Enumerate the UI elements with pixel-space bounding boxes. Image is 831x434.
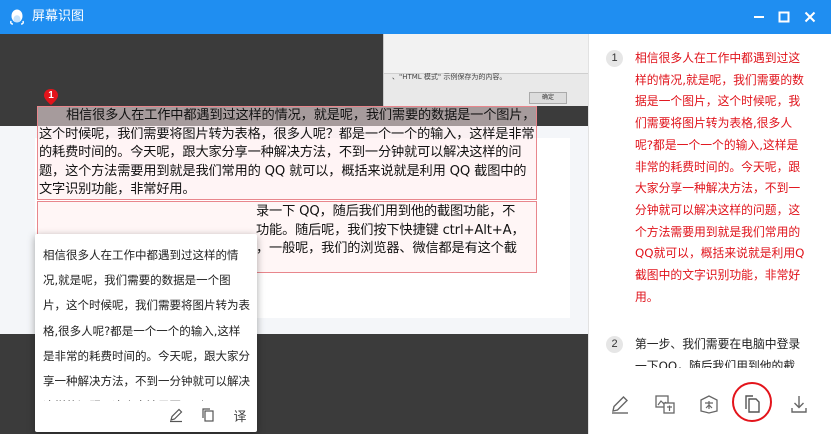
copy-button-highlight <box>732 382 772 422</box>
download-button[interactable] <box>785 390 813 418</box>
result-text: 第一步、我们需要在电脑中登录一下QQ，随后我们用到他的截 <box>635 337 801 368</box>
copy-icon <box>202 408 214 422</box>
maximize-button[interactable] <box>774 7 794 27</box>
close-button[interactable] <box>800 7 820 27</box>
translate-button[interactable] <box>695 390 723 418</box>
result-item[interactable]: 1 相信很多人在工作中都遇到过这样的情况,就是呢，我们需要的数据是一个图片，这个… <box>606 48 821 338</box>
paragraph-2-text: 录一下 QQ，随后我们用到他的截图功能，不 功能。随后呢，我们按下快捷键 ctr… <box>256 203 536 259</box>
popup-edit-button[interactable] <box>167 406 185 424</box>
close-icon <box>804 11 816 23</box>
result-text: 相信很多人在工作中都遇到过这样的情况,就是呢，我们需要的数据是一个图片，这个时候… <box>635 51 805 304</box>
background-dialog: 、"HTML 模式" 示例保存为的内容。 确定 <box>383 34 588 106</box>
window-title: 屏幕识图 <box>32 9 85 24</box>
download-icon <box>791 396 807 413</box>
title-bar: 屏幕识图 <box>0 0 831 34</box>
paragraph-2-line: ，一般呢，我们的浏览器、微信都是有这个截 <box>256 241 517 257</box>
results-panel: 1 相信很多人在工作中都遇到过这样的情况,就是呢，我们需要的数据是一个图片，这个… <box>588 34 831 434</box>
result-number-badge: 2 <box>606 336 623 353</box>
paragraph-2-line: 功能。随后呢，我们按下快捷键 ctrl+Alt+A， <box>256 222 525 238</box>
edit-button[interactable] <box>606 390 634 418</box>
result-number-badge: 1 <box>606 50 623 67</box>
background-dialog-text: 、"HTML 模式" 示例保存为的内容。 <box>392 73 507 81</box>
popup-toolbar: 译 <box>167 406 249 425</box>
image-text-icon <box>655 395 675 414</box>
background-dialog-ok: 确定 <box>529 92 567 104</box>
marker-number: 1 <box>48 90 54 101</box>
maximize-icon <box>778 11 790 23</box>
minimize-icon <box>754 16 764 18</box>
results-list: 1 相信很多人在工作中都遇到过这样的情况,就是呢，我们需要的数据是一个图片，这个… <box>589 34 831 368</box>
edit-icon <box>170 408 183 423</box>
edit-icon <box>612 396 628 414</box>
minimize-button[interactable] <box>749 7 769 27</box>
popup-text: 相信很多人在工作中都遇到过这样的情况,就是呢，我们需要的数据是一个图片，这个时候… <box>43 248 250 401</box>
results-toolbar <box>589 374 831 434</box>
popup-translate-button[interactable]: 译 <box>231 406 249 425</box>
paragraph-1-text: 相信很多人在工作中都遇到过这样的情况，就是呢，我们需要的数据是一个图片，这个时候… <box>39 108 536 198</box>
popup-copy-button[interactable] <box>199 406 217 424</box>
result-item[interactable]: 2 第一步、我们需要在电脑中登录一下QQ，随后我们用到他的截 <box>606 334 821 368</box>
image-text-button[interactable] <box>651 390 679 418</box>
recognition-popup: 相信很多人在工作中都遇到过这样的情况,就是呢，我们需要的数据是一个图片，这个时候… <box>35 234 257 432</box>
qq-penguin-icon <box>8 8 26 26</box>
paragraph-2-line: 录一下 QQ，随后我们用到他的截图功能，不 <box>256 204 516 219</box>
translate-icon <box>700 395 718 414</box>
